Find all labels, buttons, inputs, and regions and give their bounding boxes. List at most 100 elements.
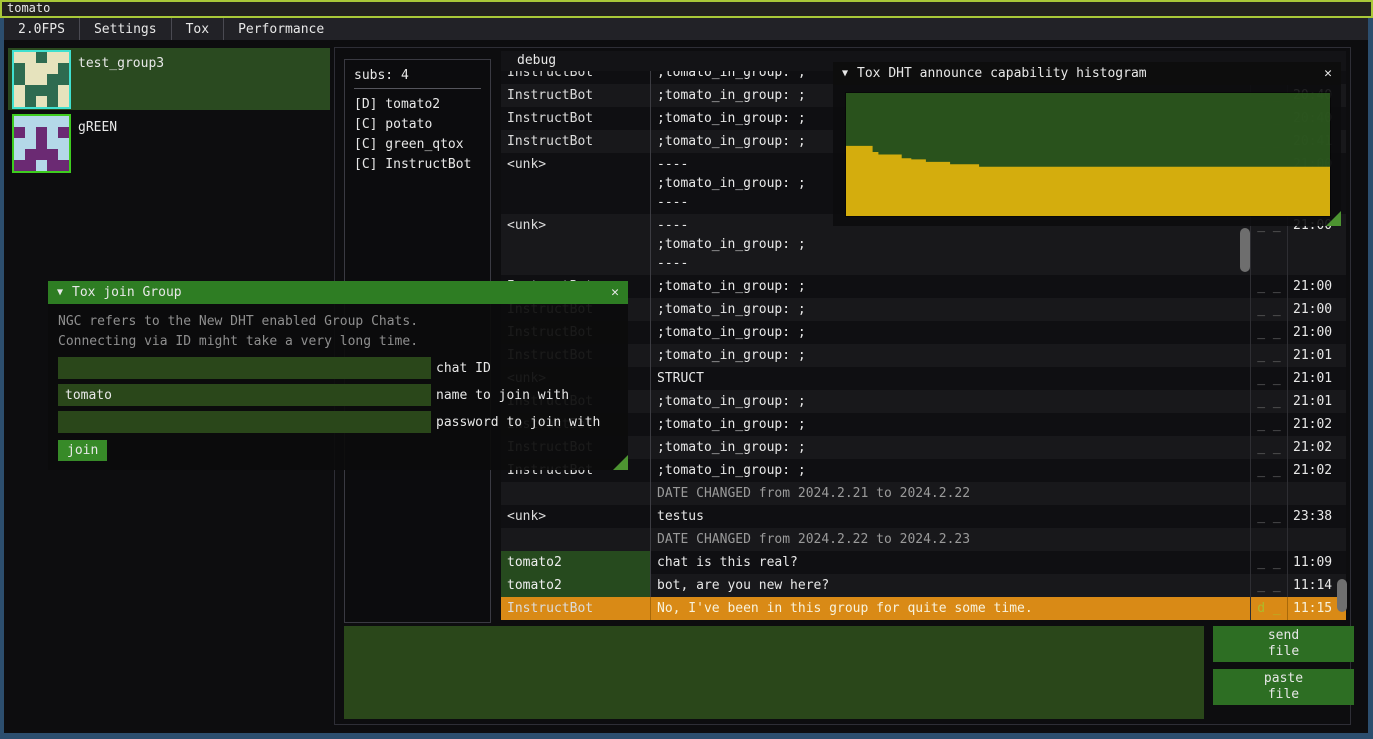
subs-member-green_qtox[interactable]: [C] green_qtox	[354, 135, 481, 155]
avatar-pixel	[14, 138, 25, 149]
message-time: 21:02	[1287, 413, 1346, 436]
message-time: 21:02	[1287, 459, 1346, 482]
avatar-pixel	[36, 138, 47, 149]
message-author: <unk>	[501, 214, 650, 275]
password-to-join-with-input[interactable]	[58, 411, 431, 433]
subs-list: [D] tomato2[C] potato[C] green_qtox[C] I…	[354, 95, 481, 175]
message-text: ;tomato_in_group: ;	[650, 413, 1250, 436]
subs-separator	[354, 88, 481, 89]
message-row: DATE CHANGED from 2024.2.22 to 2024.2.23	[501, 528, 1346, 551]
window-frame-left	[0, 18, 4, 733]
group-list: test_group3 gREEN	[8, 46, 330, 174]
message-time	[1287, 482, 1346, 505]
close-icon[interactable]: ✕	[1324, 66, 1332, 81]
message-flags: _ _	[1250, 367, 1287, 390]
message-row: tomato2chat is this real?_ _11:09	[501, 551, 1346, 574]
message-input[interactable]	[344, 626, 1204, 719]
histogram-window-body	[833, 85, 1341, 226]
avatar-pixel	[47, 96, 58, 107]
message-flags: _ _	[1250, 551, 1287, 574]
chat-scrollbar[interactable]	[1337, 579, 1347, 612]
group-row-test_group3[interactable]: test_group3	[8, 48, 330, 110]
avatar-pixel	[58, 138, 69, 149]
resize-grip-icon[interactable]	[613, 455, 628, 470]
message-author: tomato2	[501, 551, 650, 574]
avatar-pixel	[36, 160, 47, 171]
avatar-pixel	[47, 63, 58, 74]
message-row: <unk>testus_ _23:38	[501, 505, 1346, 528]
join-window-titlebar[interactable]: ▼ Tox join Group ✕	[48, 281, 628, 304]
message-time	[1287, 528, 1346, 551]
subs-member-InstructBot[interactable]: [C] InstructBot	[354, 155, 481, 175]
subs-member-potato[interactable]: [C] potato	[354, 115, 481, 135]
join-button[interactable]: join	[58, 440, 107, 461]
message-time: 23:38	[1287, 505, 1346, 528]
avatar-pixel	[47, 160, 58, 171]
menu-item-tox[interactable]: Tox	[172, 18, 224, 40]
join-window-title: Tox join Group	[72, 285, 182, 300]
message-flags: _ _	[1250, 275, 1287, 298]
message-author: <unk>	[501, 153, 650, 214]
collapse-icon[interactable]: ▼	[842, 68, 848, 79]
message-flags: _ _	[1250, 298, 1287, 321]
histogram-bars	[846, 93, 1330, 216]
avatar-pixel	[25, 85, 36, 96]
avatar-pixel	[47, 74, 58, 85]
window-titlebar[interactable]: tomato	[0, 0, 1373, 18]
avatar-pixel	[25, 138, 36, 149]
join-fields: chat IDname to join withpassword to join…	[58, 357, 618, 433]
message-time: 21:01	[1287, 367, 1346, 390]
messages-scrollbar[interactable]	[1240, 228, 1250, 272]
avatar-pixel	[14, 116, 25, 127]
message-author	[501, 482, 650, 505]
message-row: InstructBotNo, I've been in this group f…	[501, 597, 1346, 620]
message-time: 21:01	[1287, 344, 1346, 367]
field-label: chat ID	[436, 361, 491, 376]
avatar-pixel	[14, 96, 25, 107]
group-name: test_group3	[78, 56, 164, 71]
avatar-pixel	[36, 63, 47, 74]
message-flags: _ _	[1250, 413, 1287, 436]
avatar-pixel	[25, 96, 36, 107]
send-file-button[interactable]: send file	[1213, 626, 1354, 662]
avatar-pixel	[58, 52, 69, 63]
message-author: InstructBot	[501, 597, 650, 620]
message-flags	[1250, 528, 1287, 551]
avatar-pixel	[14, 160, 25, 171]
menu-item-settings[interactable]: Settings	[80, 18, 172, 40]
join-group-window: ▼ Tox join Group ✕ NGC refers to the New…	[48, 281, 628, 470]
paste-file-button[interactable]: paste file	[1213, 669, 1354, 705]
join-field-row: chat ID	[58, 357, 618, 379]
message-flags: d _	[1250, 597, 1287, 620]
message-flags: _ _	[1250, 344, 1287, 367]
window-frame-right	[1368, 18, 1373, 733]
join-info-line: NGC refers to the New DHT enabled Group …	[58, 312, 618, 332]
close-icon[interactable]: ✕	[611, 285, 619, 300]
avatar-pixel	[36, 127, 47, 138]
message-author: <unk>	[501, 505, 650, 528]
avatar-pixel	[58, 127, 69, 138]
menu-item-performance[interactable]: Performance	[224, 18, 338, 40]
chat-ID-input[interactable]	[58, 357, 431, 379]
histogram-window: ▼ Tox DHT announce capability histogram …	[833, 62, 1341, 226]
message-text: ;tomato_in_group: ;	[650, 390, 1250, 413]
avatar-pixel	[25, 160, 36, 171]
message-time: 21:01	[1287, 390, 1346, 413]
avatar-pixel	[47, 52, 58, 63]
avatar-pixel	[47, 149, 58, 160]
group-row-gREEN[interactable]: gREEN	[8, 112, 330, 174]
avatar-pixel	[58, 116, 69, 127]
window-frame-bottom	[0, 733, 1373, 739]
resize-grip-icon[interactable]	[1326, 211, 1341, 226]
subs-member-tomato2[interactable]: [D] tomato2	[354, 95, 481, 115]
avatar-pixel	[25, 74, 36, 85]
join-info-line: Connecting via ID might take a very long…	[58, 332, 618, 352]
avatar-pixel	[25, 63, 36, 74]
message-text: ;tomato_in_group: ;	[650, 275, 1250, 298]
message-time: 21:00	[1287, 298, 1346, 321]
collapse-icon[interactable]: ▼	[57, 287, 63, 298]
message-text: chat is this real?	[650, 551, 1250, 574]
avatar-pixel	[14, 52, 25, 63]
histogram-window-titlebar[interactable]: ▼ Tox DHT announce capability histogram …	[833, 62, 1341, 85]
name-to-join-with-input[interactable]	[58, 384, 431, 406]
